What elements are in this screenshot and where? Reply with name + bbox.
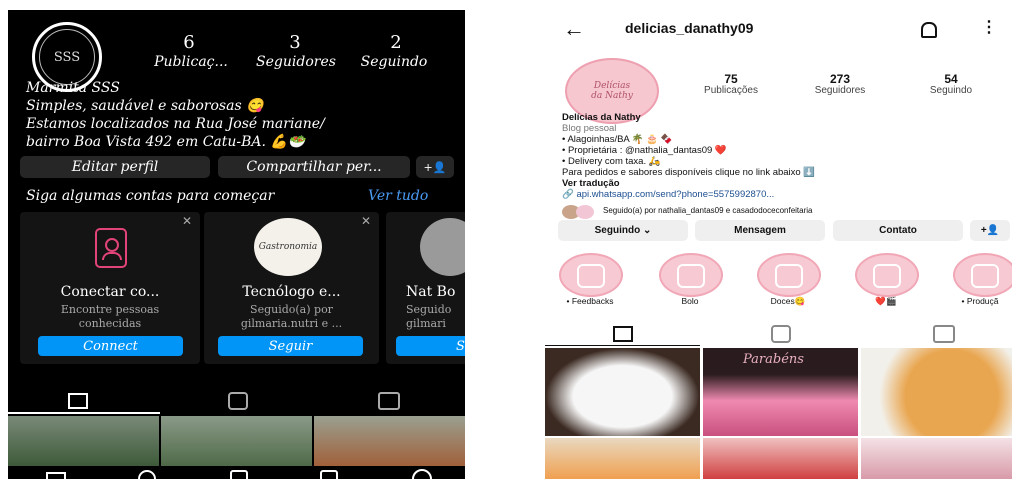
posts-count: 6 — [183, 32, 195, 53]
tagged-tab-icon[interactable] — [378, 392, 400, 410]
more-options-icon[interactable]: ⋮ — [981, 20, 997, 36]
following-count: 54 — [944, 72, 958, 86]
close-icon[interactable]: ✕ — [182, 214, 192, 228]
see-translation-link[interactable]: Ver tradução — [562, 178, 620, 189]
bio-line: bairro Boa Vista 492 em Catu-BA. 💪🥗 — [26, 134, 306, 150]
highlight-label: • Feedbacks — [566, 296, 614, 306]
active-tab-indicator — [545, 345, 700, 346]
followers-label[interactable]: Seguidores — [246, 54, 346, 70]
card-subtitle: Seguido(a) por gilmaria.nutri e ... — [240, 303, 343, 330]
follow-button[interactable]: Seguir — [218, 336, 363, 356]
post-thumbnail[interactable] — [8, 416, 159, 466]
story-highlight[interactable] — [659, 253, 723, 297]
bio-line: Estamos localizados na Rua José mariane/ — [26, 116, 325, 132]
post-thumbnail[interactable] — [545, 438, 700, 479]
follow-button[interactable]: Seg — [396, 336, 465, 356]
suggestions-heading: Siga algumas contas para começar — [26, 188, 275, 204]
followers-count: 273 — [829, 72, 851, 86]
highlight-label: Doces😋 — [770, 296, 806, 306]
bio-line: • Alagoinhas/BA 🌴 🎂 🍫 — [562, 134, 673, 145]
discover-people-button[interactable]: +👤 — [416, 156, 454, 178]
profile-name: Delícias da Nathy — [562, 112, 641, 123]
followed-by-text[interactable]: Seguido(a) por nathalia_dantas09 e casad… — [603, 206, 812, 215]
grid-tab-icon[interactable] — [613, 326, 633, 342]
suggestion-card[interactable]: ✕ Gastronomia Tecnólogo e... Seguido(a) … — [204, 212, 379, 364]
post-caption-text: Parabéns — [743, 352, 804, 367]
card-subtitle: Seguido gilmari — [406, 303, 452, 330]
instagram-icon — [873, 264, 901, 288]
followers-count: 3 — [289, 32, 301, 53]
following-count: 2 — [390, 32, 402, 53]
home-icon[interactable] — [46, 472, 66, 479]
chat-bubble-icon — [577, 264, 605, 288]
profile-username: delicias_danathy09 — [625, 20, 754, 36]
share-profile-button[interactable]: Compartilhar per... — [218, 156, 410, 178]
active-tab-indicator — [8, 412, 160, 414]
following-label[interactable]: Seguindo — [344, 54, 444, 70]
card-title: Tecnólogo e... — [242, 284, 341, 300]
card-title: Conectar co... — [60, 284, 160, 300]
highlight-label: • Produçã — [961, 296, 999, 306]
post-thumbnail[interactable] — [703, 438, 858, 479]
following-dropdown-button[interactable]: Seguindo ⌄ — [558, 220, 688, 241]
posts-count: 75 — [724, 72, 738, 86]
suggested-people-button[interactable]: +👤 — [970, 220, 1010, 241]
link-icon: 🔗 — [562, 189, 577, 200]
grid-tab-icon[interactable] — [68, 393, 88, 409]
bio-line: Marmita SSS — [26, 80, 120, 96]
tagged-tab-icon[interactable] — [933, 325, 955, 343]
bio-line: • Delivery com taxa. 🛵 — [562, 156, 661, 167]
notifications-bell-icon[interactable] — [921, 22, 937, 38]
edit-profile-button[interactable]: Editar perfil — [20, 156, 210, 178]
story-highlight[interactable] — [855, 253, 919, 297]
reels-tab-icon[interactable] — [228, 392, 248, 410]
close-icon[interactable]: ✕ — [361, 214, 371, 228]
posts-label[interactable]: Publicaç... — [141, 54, 241, 70]
reels-icon[interactable] — [320, 470, 338, 479]
avatar-text: Delícias da Nathy — [591, 81, 633, 101]
story-highlight[interactable] — [559, 253, 623, 297]
bio-link[interactable]: 🔗 api.whatsapp.com/send?phone=5575992870… — [562, 189, 774, 200]
card-title: Nat Bo — [406, 284, 456, 300]
profile-category: Blog pessoal — [562, 123, 617, 134]
card-subtitle: Encontre pessoas conhecidas — [60, 303, 160, 330]
bio-line: Para pedidos e sabores disponíveis cliqu… — [562, 167, 816, 178]
highlight-label: Bolo — [681, 296, 699, 306]
follower-avatar — [576, 205, 594, 219]
message-button[interactable]: Mensagem — [695, 220, 825, 241]
post-thumbnail[interactable] — [314, 416, 465, 466]
create-icon[interactable] — [230, 470, 248, 479]
account-avatar: Gastronomia — [254, 218, 322, 276]
following-label[interactable]: Seguindo — [906, 85, 996, 96]
back-arrow-icon[interactable]: ← — [563, 18, 585, 40]
posts-label[interactable]: Publicações — [686, 85, 776, 96]
post-thumbnail[interactable] — [545, 348, 700, 436]
left-profile-screen: SSS 6 Publicaç... 3 Seguidores 2 Seguind… — [8, 10, 465, 479]
post-thumbnail[interactable] — [161, 416, 312, 466]
suggestion-card[interactable]: Nat Bo Seguido gilmari Seg — [386, 212, 465, 364]
post-thumbnail[interactable] — [861, 438, 1012, 479]
cake-icon — [677, 264, 705, 288]
highlight-label: ❤️🎬 — [875, 296, 897, 306]
contacts-book-icon — [95, 228, 127, 268]
suggestion-card[interactable]: ✕ Conectar co... Encontre pessoas conhec… — [20, 212, 200, 364]
bio-line: Simples, saudável e saborosas 😋 — [26, 98, 264, 114]
contact-button[interactable]: Contato — [833, 220, 963, 241]
reels-tab-icon[interactable] — [771, 325, 791, 343]
bio-line: • Proprietária : @nathalia_dantas09 ❤️ — [562, 145, 727, 156]
account-avatar — [420, 218, 465, 276]
connect-button[interactable]: Connect — [38, 336, 183, 356]
post-thumbnail[interactable] — [861, 348, 1012, 436]
story-highlight[interactable] — [953, 253, 1012, 297]
see-all-link[interactable]: Ver tudo — [368, 188, 428, 204]
avatar-text: SSS — [53, 49, 81, 65]
trophy-icon — [971, 264, 999, 288]
story-highlight[interactable] — [757, 253, 821, 297]
post-thumbnail[interactable]: Parabéns — [703, 348, 858, 436]
followers-label[interactable]: Seguidores — [795, 85, 885, 96]
right-profile-screen: ← delicias_danathy09 ⋮ Delícias da Nathy… — [545, 10, 1012, 479]
candy-icon — [775, 264, 803, 288]
